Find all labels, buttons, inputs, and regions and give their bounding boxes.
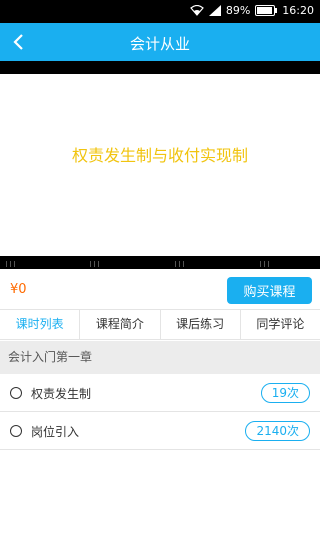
wifi-icon (189, 5, 204, 16)
lesson-item[interactable]: 岗位引入 2140次 (0, 412, 320, 450)
purchase-bar: ¥0 购买课程 (0, 270, 320, 310)
lesson-title: 岗位引入 (31, 425, 80, 439)
signal-icon (208, 5, 221, 16)
lesson-title: 权责发生制 (31, 387, 92, 401)
video-lesson-title: 权责发生制与收付实现制 (71, 146, 248, 165)
view-count-badge: 2140次 (245, 421, 310, 441)
tab-lesson-list[interactable]: 课时列表 (0, 310, 81, 339)
lesson-item[interactable]: 权责发生制 19次 (0, 374, 320, 412)
video-progress-ticks (6, 261, 269, 267)
battery-percent: 89% (225, 4, 251, 17)
chapter-header: 会计入门第一章 (0, 341, 320, 374)
status-icons: 89% 16:20 (189, 4, 314, 17)
course-tabs: 课时列表 课程简介 课后练习 同学评论 (0, 310, 320, 340)
tab-exercises[interactable]: 课后练习 (161, 310, 241, 339)
status-bar: 89% 16:20 (0, 0, 320, 23)
tab-course-intro[interactable]: 课程简介 (80, 310, 161, 339)
clock: 16:20 (282, 4, 314, 17)
tab-comments[interactable]: 同学评论 (241, 310, 320, 339)
battery-icon (255, 5, 278, 16)
course-price: ¥0 (10, 282, 27, 297)
app-bar: 会计从业 (0, 23, 320, 61)
page-title: 会计从业 (129, 35, 190, 53)
buy-course-button[interactable]: 购买课程 (227, 277, 312, 304)
view-count-badge: 19次 (260, 383, 310, 403)
video-player[interactable]: 权责发生制与收付实现制 (0, 61, 320, 269)
radio-icon (10, 425, 22, 437)
radio-icon (10, 387, 22, 399)
